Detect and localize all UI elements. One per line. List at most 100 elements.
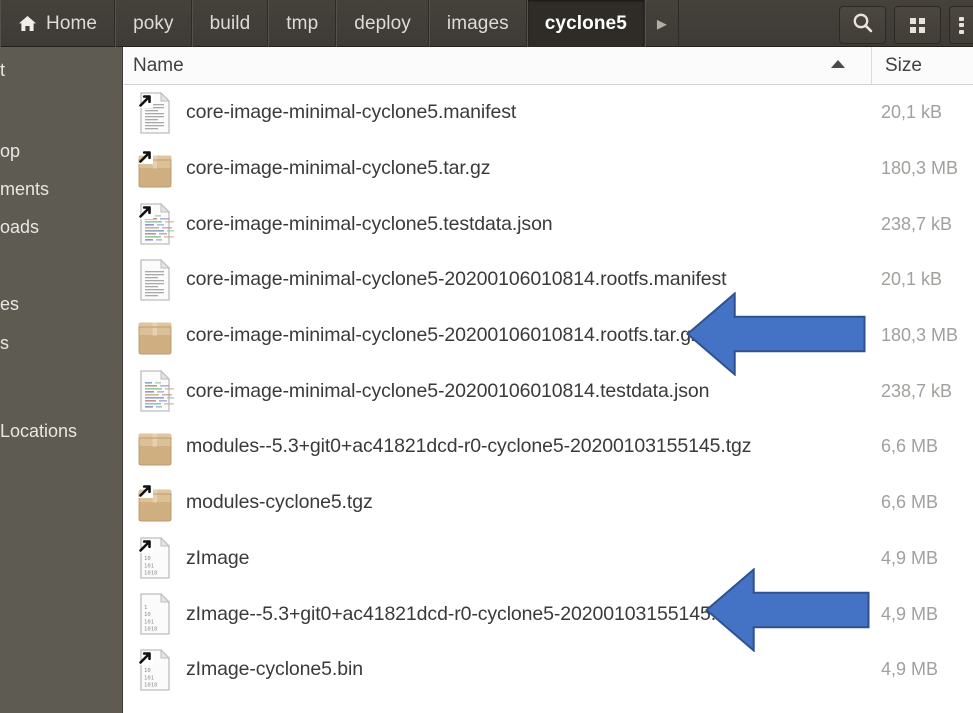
sidebar-item-recent[interactable]: t: [0, 58, 122, 83]
file-size: 238,7 kB: [881, 213, 953, 234]
file-name: modules--5.3+git0+ac41821dcd-r0-cyclone5…: [186, 435, 752, 458]
file-icon-cell: [124, 481, 186, 525]
sidebar-item-videos[interactable]: s: [0, 331, 122, 356]
breadcrumb-label: deploy: [354, 12, 411, 34]
view-grid-button[interactable]: [894, 6, 941, 44]
sidebar-item-downloads[interactable]: oads: [0, 215, 122, 240]
sidebar-item-label: ments: [0, 179, 50, 199]
breadcrumb-tmp[interactable]: tmp: [268, 0, 337, 47]
breadcrumb-label: images: [446, 12, 509, 34]
file-icon-cell: 1101011010: [124, 536, 186, 580]
column-header-name[interactable]: Name: [124, 47, 872, 84]
file-icon-cell: [124, 258, 186, 302]
svg-text:101: 101: [144, 619, 154, 625]
file-icon-cell: [124, 147, 186, 191]
archive-icon: [136, 425, 174, 469]
file-size: 4,9 MB: [881, 547, 939, 568]
breadcrumb-deploy[interactable]: deploy: [336, 0, 429, 47]
table-row[interactable]: 1101011010 zImage-cyclone5.bin 4,9 MB: [124, 642, 973, 698]
file-list-pane: Name Size core-image-minimal-cyclone5.ma…: [124, 47, 973, 713]
file-name: zImage-cyclone5.bin: [186, 658, 363, 681]
sidebar-item-label: Locations: [0, 421, 78, 441]
file-size: 6,6 MB: [881, 492, 939, 513]
binary-document-icon: 1101011010: [136, 648, 174, 692]
column-header-size[interactable]: Size: [873, 47, 922, 84]
table-row[interactable]: 1 10 101 1010 zImage--5.3+git0+ac41821dcd-r0…: [124, 586, 973, 642]
menu-button[interactable]: [949, 6, 973, 44]
file-size: 180,3 MB: [881, 325, 959, 346]
file-name: modules-cyclone5.tgz: [186, 491, 373, 514]
home-icon: [18, 15, 37, 32]
file-icon-cell: [124, 202, 186, 246]
grid-view-icon: [910, 17, 925, 33]
binary-document-icon: 1101011010: [136, 536, 174, 580]
file-size: 6,6 MB: [881, 436, 939, 457]
file-rows: core-image-minimal-cyclone5.manifest 20,1…: [124, 85, 973, 698]
breadcrumb-label: Home: [46, 12, 98, 34]
code-document-icon: [136, 202, 174, 246]
file-icon-cell: 110101 1010: [124, 592, 186, 636]
svg-text:1: 1: [144, 605, 147, 611]
file-size: 20,1 kB: [881, 269, 943, 290]
table-row[interactable]: core-image-minimal-cyclone5.tar.gz 180,3 …: [124, 141, 973, 197]
sidebar-item-pictures[interactable]: es: [0, 292, 122, 317]
archive-icon: [136, 314, 174, 358]
sidebar: t op ments oads es s Locations: [0, 47, 123, 713]
svg-text:10: 10: [144, 612, 151, 618]
file-size: 180,3 MB: [881, 158, 959, 179]
breadcrumb-build[interactable]: build: [191, 0, 269, 47]
file-icon-cell: [124, 425, 186, 469]
file-size: 4,9 MB: [881, 659, 939, 680]
sidebar-item-label: t: [0, 60, 6, 80]
breadcrumb-images[interactable]: images: [428, 0, 527, 47]
sidebar-item-documents[interactable]: ments: [0, 177, 122, 202]
code-document-icon: [136, 369, 174, 413]
sidebar-item-other-locations[interactable]: Locations: [0, 419, 122, 444]
table-row[interactable]: core-image-minimal-cyclone5.manifest 20,1…: [124, 85, 973, 141]
chevron-right-icon: ▸: [656, 13, 668, 35]
file-size: 4,9 MB: [881, 603, 939, 624]
breadcrumb-label: tmp: [286, 12, 319, 34]
table-row[interactable]: core-image-minimal-cyclone5-202001060108…: [124, 308, 973, 364]
file-name: core-image-minimal-cyclone5.manifest: [186, 101, 517, 124]
sidebar-item-label: op: [0, 141, 21, 161]
sidebar-item-label: oads: [0, 217, 40, 237]
file-icon-cell: [124, 91, 186, 135]
header-bar: Home poky build tmp deploy images cyclone5 ▸: [0, 0, 973, 47]
file-name: core-image-minimal-cyclone5-202001060108…: [186, 268, 727, 291]
column-header-name-label: Name: [133, 54, 184, 76]
search-button[interactable]: [839, 6, 886, 44]
text-document-icon: [136, 258, 174, 302]
table-row[interactable]: core-image-minimal-cyclone5-202001060108…: [124, 363, 973, 419]
breadcrumb-poky[interactable]: poky: [115, 0, 192, 47]
file-name: zImage: [186, 546, 250, 569]
header-spacer: [679, 0, 839, 46]
file-name: zImage--5.3+git0+ac41821dcd-r0-cyclone5-…: [186, 602, 742, 625]
breadcrumb-overflow-chevron-icon[interactable]: ▸: [644, 0, 680, 47]
table-row[interactable]: modules-cyclone5.tgz 6,6 MB: [124, 475, 973, 531]
sidebar-item-label: s: [0, 333, 9, 353]
file-name: core-image-minimal-cyclone5-202001060108…: [186, 379, 710, 402]
breadcrumb-label: poky: [133, 12, 174, 34]
file-name: core-image-minimal-cyclone5.tar.gz: [186, 157, 491, 180]
breadcrumb-cyclone5[interactable]: cyclone5: [526, 0, 645, 47]
table-row[interactable]: 1101011010 zImage 4,9 MB: [124, 531, 973, 587]
column-header-size-label: Size: [885, 54, 922, 76]
svg-text:1010: 1010: [144, 627, 157, 633]
breadcrumb-label: cyclone5: [544, 12, 627, 34]
search-icon: [852, 12, 873, 38]
header-button-group: [839, 0, 973, 46]
archive-icon: [136, 147, 174, 191]
sidebar-item-desktop[interactable]: op: [0, 139, 122, 164]
svg-text:1010: 1010: [144, 682, 157, 688]
svg-text:1010: 1010: [144, 571, 157, 577]
svg-text:101: 101: [144, 564, 154, 570]
svg-text:10: 10: [144, 668, 151, 674]
table-row[interactable]: modules--5.3+git0+ac41821dcd-r0-cyclone5…: [124, 419, 973, 475]
file-icon-cell: [124, 314, 186, 358]
breadcrumb-home[interactable]: Home: [0, 0, 116, 47]
svg-text:101: 101: [144, 675, 154, 681]
table-row[interactable]: core-image-minimal-cyclone5-202001060108…: [124, 252, 973, 308]
table-row[interactable]: core-image-minimal-cyclone5.testdata.jso…: [124, 196, 973, 252]
file-name: core-image-minimal-cyclone5.testdata.jso…: [186, 212, 553, 235]
